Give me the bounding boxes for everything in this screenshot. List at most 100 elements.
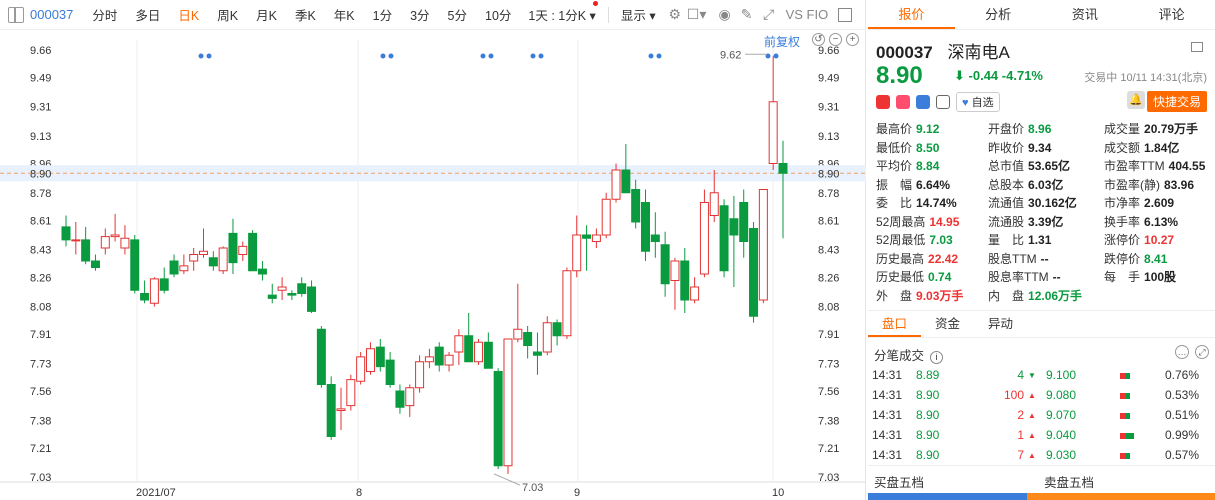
tab-analysis[interactable]: 分析 [955,0,1042,29]
quote-field-value: 12.06万手 [1028,288,1083,303]
candle [464,313,474,363]
tab-capital[interactable]: 资金 [921,311,974,337]
tab-news[interactable]: 资讯 [1042,0,1129,29]
candle [454,329,464,365]
level-percent: 0.51% [1164,408,1199,422]
vs-compare-button[interactable]: VS FIO [786,7,829,22]
period-select[interactable]: 1天 : 1分K ▾ [520,1,603,24]
quote-field-label: 市净率 [1104,196,1141,210]
quote-field-value: 8.50 [916,140,940,155]
candle [199,228,209,258]
quote-field-value: 404.55 [1168,159,1206,173]
candle [415,355,425,393]
candle [424,348,434,369]
period-tab-1[interactable]: 多日 [126,5,169,24]
period-tab-0[interactable]: 分时 [83,5,126,24]
period-tab-3[interactable]: 周K [208,5,247,24]
tick-volume: 100 [1003,388,1024,402]
last-price: 8.90 [876,62,923,89]
lightning-icon[interactable] [896,95,910,109]
quick-trade-button[interactable]: 快捷交易 [1146,91,1207,112]
event-marker [206,53,212,59]
window-icon[interactable] [838,7,853,22]
period-tab-8[interactable]: 3分 [401,5,438,24]
candle [474,339,484,365]
period-tab-10[interactable]: 10分 [476,5,520,24]
chart-panel: 000037 分时 多日 日K 周K 月K 季K 年K 1分 3分 5分 10分 1天 : 1分K … [0,0,866,500]
candle [680,248,690,313]
candle [690,277,700,304]
zoom-out-icon[interactable]: − [829,33,842,46]
expand-icon[interactable]: ⤢ [1195,345,1209,359]
add-watchlist-button[interactable]: ♥ 自选 [956,92,1000,112]
tab-quote[interactable]: 报价 [868,0,955,29]
feature-icons: ♥ 自选 [876,92,1000,112]
up-arrow-icon: ▲ [1028,431,1036,440]
quote-field-label: 总股本 [988,177,1025,192]
bell-icon[interactable]: 🔔 [1127,91,1145,109]
tick-price: 8.90 [916,408,940,422]
info-icon[interactable]: i [930,351,944,364]
y-tick-label-left: 7.21 [30,443,51,455]
zoom-in-icon[interactable]: + [846,33,859,46]
level-percent: 0.76% [1164,368,1199,382]
tag-icon[interactable] [916,95,930,109]
quote-field-label: 内 盘 [988,288,1025,303]
period-tab-7[interactable]: 1分 [364,5,401,24]
grid-icon[interactable] [8,6,24,23]
more-icon[interactable]: … [1175,345,1189,359]
tab-unusual[interactable]: 异动 [974,311,1027,337]
flag-icon[interactable] [876,95,890,109]
candle [218,246,228,274]
quote-field-label: 量 比 [988,233,1025,247]
quote-field-label: 涨停价 [1104,233,1141,247]
tick-row: 14:31 8.90 7 ▲ 9.030 0.57% [868,446,1215,466]
period-tab-5[interactable]: 季K [286,5,325,24]
y-tick-label-right: 7.56 [818,386,839,398]
quote-field: 内 盘 12.06万手 [988,288,1104,306]
ticks-controls: … ⤢ [1175,345,1209,359]
quote-field-value: 30.162亿 [1028,196,1077,210]
period-tab-4[interactable]: 月K [247,5,286,24]
y-tick-label-right: 8.43 [818,245,839,257]
quote-field: 平均价 8.84 [876,158,988,176]
resize-icon[interactable]: ⤢ [758,6,780,23]
quote-grid: 最高价 9.12 开盘价 8.96 成交量 20.79万手 最低价 8.50 昨收价 9.34 成交… [876,121,1211,305]
quote-field-label: 每 手 [1104,270,1141,284]
candle [699,189,709,278]
event-marker [773,53,779,59]
stock-code: 000037 [876,43,933,62]
quote-field-label: 昨收价 [988,140,1025,155]
y-tick-label-right: 9.13 [818,131,839,143]
doc-icon[interactable] [936,95,950,109]
tab-comments[interactable]: 评论 [1128,0,1215,29]
display-menu[interactable]: 显示 ▾ [613,5,664,24]
candle [228,218,238,274]
y-tick-label-left: 9.49 [30,72,51,84]
reset-icon[interactable]: ↺ [812,33,825,46]
period-tab-6[interactable]: 年K [325,5,364,24]
settings-icon[interactable]: ⚙ [664,6,686,23]
quote-field-label: 股息率TTM [988,270,1049,284]
pencil-icon[interactable]: ✎ [736,6,758,23]
quote-field: 每 手 100股 [1104,269,1211,287]
menu-icon[interactable] [1191,42,1203,52]
tick-row: 14:31 8.89 4 ▼ 9.100 0.76% [868,366,1215,386]
period-tab-2[interactable]: 日K [169,5,208,24]
tick-volume: 1 [1017,428,1024,442]
period-tab-9[interactable]: 5分 [439,5,476,24]
candlestick-chart[interactable]: 9.66 9.669.49 9.499.31 9.319.13 9.138.96 8.96… [0,30,866,500]
x-tick-label: 9 [574,487,580,499]
quote-field: 昨收价 9.34 [988,140,1104,158]
event-marker [198,53,204,59]
app-root: 000037 分时 多日 日K 周K 月K 季K 年K 1分 3分 5分 10分 1天 : 1分K … [0,0,1215,500]
camera-icon[interactable]: ◉ [714,6,736,23]
tab-orderbook[interactable]: 盘口 [868,311,922,337]
restore-adjust-link[interactable]: 前复权 [764,33,800,50]
level-bar [1120,433,1134,439]
quote-field-value: -- [1040,251,1049,266]
tick-volume: 4 [1017,368,1024,382]
quote-field: 股息率TTM -- [988,269,1104,287]
stock-code-link[interactable]: 000037 [30,7,73,22]
checkbox-icon[interactable]: ☐▾ [686,6,708,23]
